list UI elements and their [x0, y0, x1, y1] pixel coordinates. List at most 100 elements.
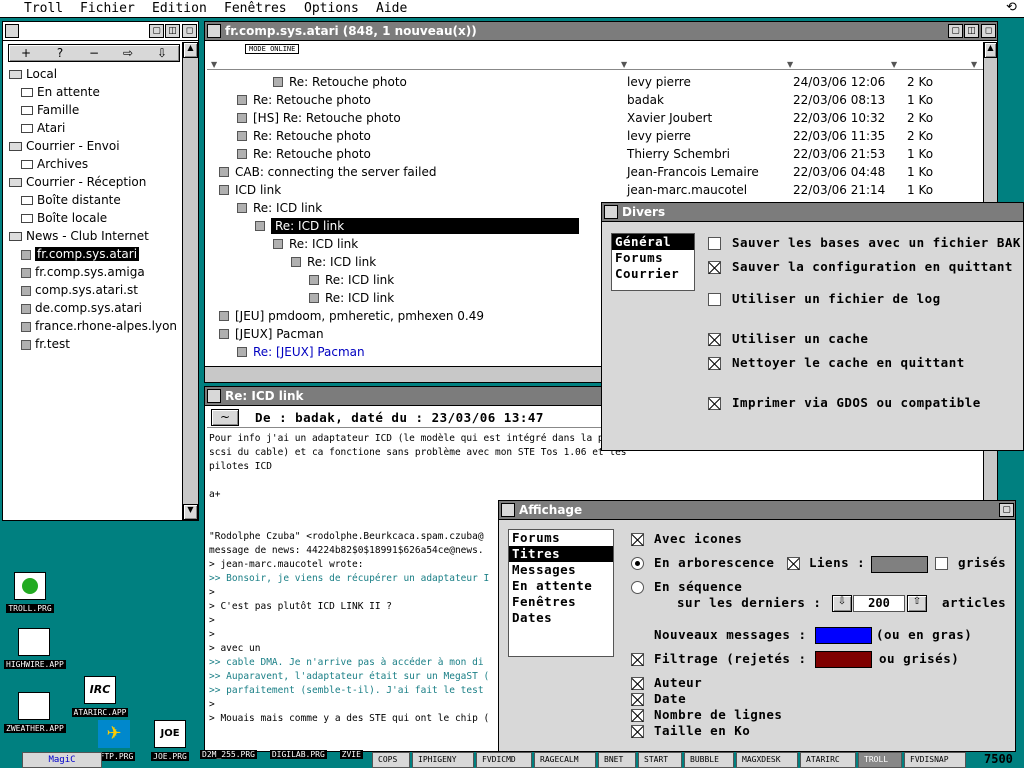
tree-scrollbar[interactable]: ▲ ▼: [182, 42, 198, 520]
affichage-category[interactable]: Titres: [509, 546, 613, 562]
fullsize-icon[interactable]: ◻: [182, 24, 197, 38]
taskbar-app[interactable]: BNET: [598, 752, 636, 768]
tree-item[interactable]: fr.comp.sys.amiga: [21, 264, 145, 280]
joe-prg-icon[interactable]: JOE JOE.PRG: [140, 720, 200, 762]
column-end-arrow-icon[interactable]: ▼: [971, 60, 977, 69]
menu-troll[interactable]: Troll: [24, 1, 63, 16]
iconify-icon[interactable]: ▢: [149, 24, 164, 38]
en-sequence-radio[interactable]: [631, 581, 644, 594]
thread-row[interactable]: Re: Retouche photo badak 22/03/06 08:13 1 K…: [207, 91, 985, 109]
affichage-category[interactable]: En attente: [509, 578, 613, 594]
scroll-up-arrow-icon[interactable]: ▲: [984, 42, 997, 58]
thread-row[interactable]: CAB: connecting the server failed Jean-Fr…: [207, 163, 985, 181]
taskbar-app[interactable]: IPHIGENY: [412, 752, 474, 768]
tree-item[interactable]: Archives: [21, 156, 88, 172]
close-icon[interactable]: [5, 24, 19, 38]
menu-edition[interactable]: Edition: [152, 1, 207, 16]
mode-online-badge[interactable]: MODE ONLINE: [245, 44, 300, 54]
menu-options[interactable]: Options: [304, 1, 359, 16]
thread-row[interactable]: [HS] Re: Retouche photo Xavier Joubert 22/…: [207, 109, 985, 127]
remove-button[interactable]: −: [79, 46, 109, 60]
cycle-icon[interactable]: ◫: [964, 24, 979, 38]
menu-aide[interactable]: Aide: [376, 1, 407, 16]
taskbar-app[interactable]: RAGECALM: [534, 752, 596, 768]
affichage-category[interactable]: Forums: [509, 530, 613, 546]
menu-fenetres[interactable]: Fenêtres: [224, 1, 287, 16]
increment-arrow-icon[interactable]: ⇧: [907, 595, 927, 612]
divers-dialog-titlebar[interactable]: Divers: [602, 203, 1023, 222]
thread-row[interactable]: Re: Retouche photo Thierry Schembri 22/03/…: [207, 145, 985, 163]
taskbar-app[interactable]: COPS: [372, 752, 410, 768]
zvie-label[interactable]: ZVIE: [339, 750, 363, 759]
taskbar-app[interactable]: BUBBLE: [684, 752, 734, 768]
tree-item[interactable]: Famille: [21, 102, 79, 118]
thread-window-titlebar[interactable]: fr.comp.sys.atari (848, 1 nouveau(x)) ▢ …: [205, 22, 997, 41]
liens-checkbox[interactable]: [787, 557, 800, 570]
category-courrier[interactable]: Courrier: [612, 266, 694, 282]
tree-item[interactable]: france.rhone-alpes.lyon: [21, 318, 177, 334]
add-button[interactable]: +: [11, 46, 41, 60]
column-checkbox[interactable]: [631, 693, 644, 706]
iconify-icon[interactable]: ▢: [948, 24, 963, 38]
thread-row[interactable]: ICD link jean-marc.maucotel 22/03/06 21:14…: [207, 181, 985, 199]
tree-item[interactable]: fr.test: [21, 336, 70, 352]
column-size-arrow-icon[interactable]: ▼: [891, 60, 897, 69]
divers-option-checkbox[interactable]: [708, 293, 721, 306]
tree-item[interactable]: News - Club Internet: [9, 228, 149, 244]
tree-item[interactable]: fr.comp.sys.atari: [21, 246, 140, 262]
category-forums[interactable]: Forums: [612, 250, 694, 266]
thread-row[interactable]: Re: Retouche photo levy pierre 24/03/06 12…: [207, 73, 985, 91]
grises-checkbox[interactable]: [935, 557, 948, 570]
taskbar-app[interactable]: TROLL: [858, 752, 902, 768]
column-checkbox[interactable]: [631, 677, 644, 690]
tree-item[interactable]: Boîte locale: [21, 210, 107, 226]
tree-window-titlebar[interactable]: ▢ ◫ ◻: [3, 22, 198, 41]
close-icon[interactable]: [207, 389, 221, 403]
tree-item[interactable]: Local: [9, 66, 57, 82]
divers-option-checkbox[interactable]: [708, 261, 721, 274]
decrement-arrow-icon[interactable]: ⇩: [832, 595, 852, 612]
tree-item[interactable]: comp.sys.atari.st: [21, 282, 138, 298]
taskbar-app[interactable]: ATARIRC: [800, 752, 856, 768]
affichage-category[interactable]: Messages: [509, 562, 613, 578]
magic-start-button[interactable]: MagiC: [22, 752, 102, 768]
column-checkbox[interactable]: [631, 725, 644, 738]
taskbar-app[interactable]: FVDISNAP: [904, 752, 966, 768]
taskbar-app[interactable]: FVDICMD: [476, 752, 532, 768]
digilab-prg-label[interactable]: DIGILAB.PRG: [269, 750, 327, 759]
download-button[interactable]: ⇩: [147, 46, 177, 60]
affichage-category[interactable]: Fenêtres: [509, 594, 613, 610]
close-icon[interactable]: [501, 503, 515, 517]
en-arborescence-radio[interactable]: [631, 557, 644, 570]
filtrage-checkbox[interactable]: [631, 653, 644, 666]
column-subject-arrow-icon[interactable]: ▼: [211, 60, 217, 69]
forward-button[interactable]: ⇨: [113, 46, 143, 60]
help-button[interactable]: ?: [45, 46, 75, 60]
highwire-app-icon[interactable]: HIGHWIRE.APP: [4, 628, 66, 670]
filtrage-color-swatch[interactable]: [815, 651, 872, 668]
zweather-app-icon[interactable]: ZWEATHER.APP: [4, 692, 66, 734]
tree-item[interactable]: Boîte distante: [21, 192, 121, 208]
column-header[interactable]: ▼ ▼ ▼ ▼ ▼: [207, 60, 983, 70]
menu-fichier[interactable]: Fichier: [80, 1, 135, 16]
article-count-field[interactable]: 200: [853, 595, 905, 612]
tree-item[interactable]: En attente: [21, 84, 100, 100]
tree-item[interactable]: Atari: [21, 120, 65, 136]
close-icon[interactable]: [207, 24, 221, 38]
affichage-category[interactable]: Dates: [509, 610, 613, 626]
nouveaux-color-swatch[interactable]: [815, 627, 872, 644]
divers-option-checkbox[interactable]: [708, 397, 721, 410]
scroll-up-arrow-icon[interactable]: ▲: [183, 42, 198, 58]
column-checkbox[interactable]: [631, 709, 644, 722]
cycle-icon[interactable]: ◫: [165, 24, 180, 38]
troll-prg-icon[interactable]: TROLL.PRG: [0, 572, 60, 614]
taskbar-app[interactable]: MAGXDESK: [736, 752, 798, 768]
taskbar-app[interactable]: START: [638, 752, 682, 768]
atarirc-app-icon[interactable]: IRC ATARIRC.APP: [70, 676, 130, 718]
affichage-dialog-titlebar[interactable]: Affichage ▢: [499, 501, 1015, 520]
tree-item[interactable]: de.comp.sys.atari: [21, 300, 142, 316]
column-from-arrow-icon[interactable]: ▼: [621, 60, 627, 69]
liens-color-swatch[interactable]: [871, 556, 928, 573]
close-icon[interactable]: [604, 205, 618, 219]
iconify-icon[interactable]: ▢: [999, 503, 1014, 517]
